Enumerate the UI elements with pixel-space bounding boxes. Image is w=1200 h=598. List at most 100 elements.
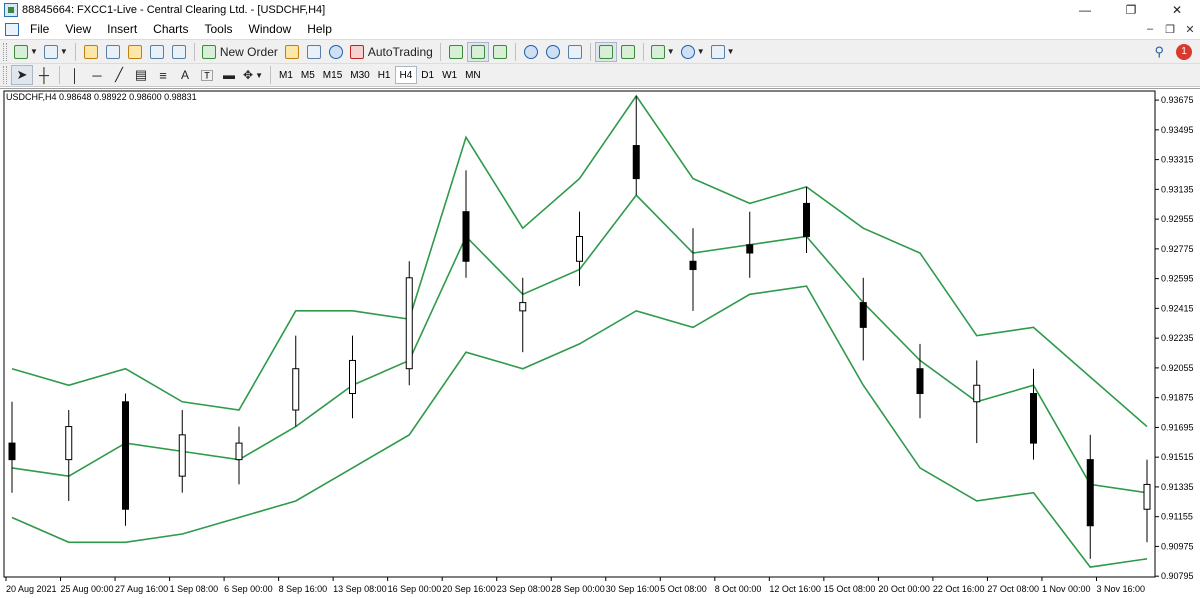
- date-label: 16 Sep 00:00: [388, 584, 442, 594]
- templates-icon: [710, 44, 725, 59]
- auto-scroll-button[interactable]: [594, 41, 617, 62]
- rectangle-icon: ▬: [223, 68, 235, 82]
- price-label: 0.91515: [1161, 452, 1194, 462]
- child-close-button[interactable]: ✕: [1180, 23, 1200, 36]
- candle-body: [1086, 459, 1094, 527]
- close-button[interactable]: ✕: [1154, 0, 1200, 19]
- date-label: 8 Sep 16:00: [279, 584, 328, 594]
- timeframe-m15[interactable]: M15: [319, 66, 346, 84]
- terminal-button[interactable]: [146, 42, 168, 62]
- timeframe-m30[interactable]: M30: [346, 66, 373, 84]
- price-label: 0.91335: [1161, 482, 1194, 492]
- candle-body: [292, 368, 300, 411]
- new-order-button[interactable]: New Order: [199, 42, 281, 62]
- toolbar-grip[interactable]: [3, 66, 7, 84]
- experts-button[interactable]: [303, 42, 325, 62]
- date-label: 8 Oct 00:00: [715, 584, 762, 594]
- cursor-button[interactable]: ➤: [11, 65, 33, 85]
- toolbar-grip[interactable]: [3, 42, 7, 61]
- maximize-button[interactable]: ❐: [1108, 0, 1154, 19]
- price-axis: 0.93675 0.93495 0.93315 0.93135 0.92955 0.927…: [1155, 95, 1194, 581]
- child-restore-button[interactable]: ❐: [1160, 23, 1180, 36]
- new-chart-button[interactable]: ▼: [11, 42, 41, 62]
- zoom-in-button[interactable]: [520, 42, 542, 62]
- vertical-line-button[interactable]: │: [64, 65, 86, 85]
- chart-shift-icon: [620, 44, 635, 59]
- menu-charts[interactable]: Charts: [145, 19, 196, 39]
- dropdown-caret-icon: ▼: [59, 47, 68, 56]
- line-chart-button[interactable]: [489, 42, 511, 62]
- timeframe-m1[interactable]: M1: [275, 66, 297, 84]
- menu-tools[interactable]: Tools: [197, 19, 241, 39]
- equidistant-channel-button[interactable]: ▤: [130, 65, 152, 85]
- crosshair-button[interactable]: ┼: [33, 65, 55, 85]
- menu-file[interactable]: File: [22, 19, 57, 39]
- price-label: 0.91695: [1161, 422, 1194, 432]
- market-watch-button[interactable]: [80, 42, 102, 62]
- fibonacci-button[interactable]: ≡: [152, 65, 174, 85]
- timeframe-d1[interactable]: D1: [417, 66, 438, 84]
- new-chart-icon: [14, 44, 28, 59]
- candlestick-chart-button[interactable]: [466, 41, 489, 62]
- text-label-button[interactable]: 🅃: [196, 65, 218, 85]
- window-title: 88845664: FXCC1-Live - Central Clearing …: [22, 3, 326, 16]
- menu-window[interactable]: Window: [241, 19, 300, 39]
- text-icon: A: [180, 68, 189, 82]
- profiles-button[interactable]: ▼: [41, 42, 71, 62]
- price-label: 0.92775: [1161, 244, 1194, 254]
- signals-button[interactable]: [325, 42, 347, 62]
- menu-insert[interactable]: Insert: [99, 19, 145, 39]
- menu-help[interactable]: Help: [299, 19, 340, 39]
- navigator-star-icon: [127, 44, 142, 59]
- menu-view[interactable]: View: [57, 19, 99, 39]
- price-label: 0.93675: [1161, 95, 1194, 105]
- crosshair-icon: ┼: [39, 67, 49, 83]
- tile-windows-button[interactable]: [564, 42, 586, 62]
- trendline-button[interactable]: ╱: [108, 65, 130, 85]
- indicators-button[interactable]: ▼: [648, 42, 678, 62]
- navigator-button[interactable]: [124, 42, 146, 62]
- toolbar-separator: [642, 42, 644, 61]
- data-window-button[interactable]: [102, 42, 124, 62]
- market-watch-icon: [83, 44, 98, 59]
- text-button[interactable]: A: [174, 65, 196, 85]
- horizontal-line-icon: ─: [92, 67, 102, 83]
- vertical-line-icon: │: [70, 67, 80, 83]
- date-label: 25 Aug 00:00: [61, 584, 114, 594]
- candle-body: [803, 202, 810, 237]
- candle-body: [632, 145, 640, 180]
- shapes-button[interactable]: ▬: [218, 65, 240, 85]
- child-minimize-button[interactable]: –: [1140, 23, 1160, 35]
- price-chart[interactable]: USDCHF,H4 0.98648 0.98922 0.98600 0.9883…: [0, 89, 1200, 598]
- timeframe-mn[interactable]: MN: [461, 66, 485, 84]
- zoom-out-button[interactable]: [542, 42, 564, 62]
- notification-badge[interactable]: 1: [1176, 43, 1192, 60]
- chart-window[interactable]: USDCHF,H4 0.98648 0.98922 0.98600 0.9883…: [0, 88, 1200, 598]
- strategy-tester-button[interactable]: [168, 42, 190, 62]
- price-label: 0.93315: [1161, 155, 1194, 165]
- minimize-button[interactable]: —: [1062, 0, 1108, 19]
- timeframe-h1[interactable]: H1: [374, 66, 395, 84]
- periods-button[interactable]: ▼: [678, 42, 708, 62]
- timeframe-w1[interactable]: W1: [438, 66, 461, 84]
- drawing-toolbar: ➤ ┼ │ ─ ╱ ▤ ≡ A 🅃 ▬ ✥ ▼ M1 M5 M15 M30 H1 …: [0, 63, 1200, 87]
- chart-shift-button[interactable]: [617, 42, 639, 62]
- price-label: 0.92055: [1161, 363, 1194, 373]
- timeframe-m5[interactable]: M5: [297, 66, 319, 84]
- search-icon[interactable]: ⚲: [1154, 44, 1164, 60]
- templates-button[interactable]: ▼: [708, 42, 738, 62]
- date-label: 23 Sep 08:00: [497, 584, 551, 594]
- document-icon[interactable]: [5, 22, 19, 36]
- bar-chart-button[interactable]: [445, 42, 467, 62]
- terminal-icon: [149, 44, 164, 59]
- auto-trading-button[interactable]: AutoTrading: [347, 42, 436, 62]
- new-order-label: New Order: [219, 44, 278, 59]
- arrows-button[interactable]: ✥ ▼: [240, 65, 266, 85]
- metaeditor-button[interactable]: [281, 42, 303, 62]
- symbol-info: USDCHF,H4 0.98648 0.98922 0.98600 0.9883…: [6, 92, 197, 102]
- timeframe-h4[interactable]: H4: [394, 66, 418, 84]
- horizontal-line-button[interactable]: ─: [86, 65, 108, 85]
- menu-bar: File View Insert Charts Tools Window Hel…: [0, 19, 1200, 39]
- price-label: 0.92235: [1161, 333, 1194, 343]
- candle-body: [405, 277, 413, 370]
